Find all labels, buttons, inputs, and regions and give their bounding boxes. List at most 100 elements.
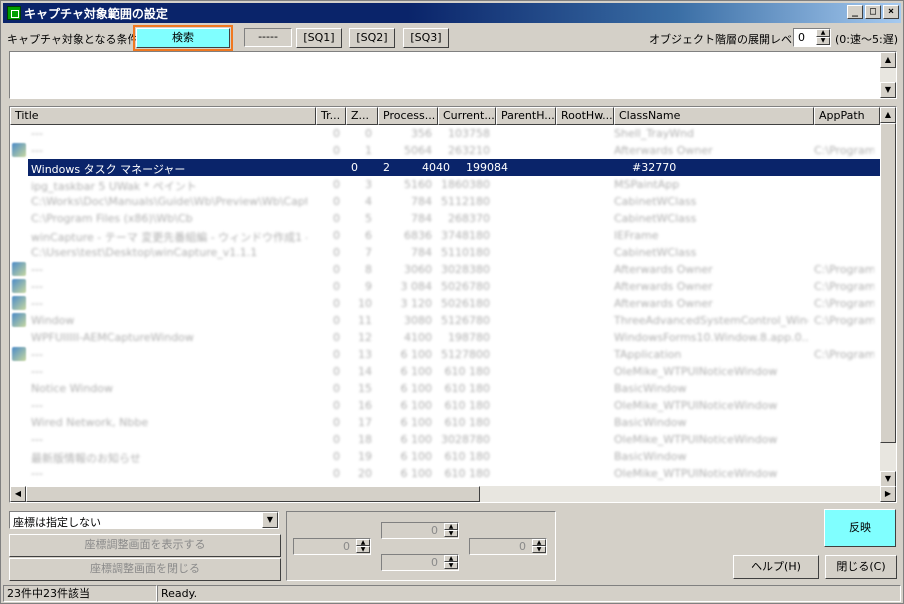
cell-current: 1860380	[441, 178, 490, 191]
condition-textarea[interactable]: ▲ ▼	[9, 51, 897, 99]
table-row[interactable]: C:\Program Files (x86)\Wb\Cb 0 5 784 268370 C…	[10, 210, 880, 227]
cell-current: 5127800	[441, 348, 490, 361]
minimize-button[interactable]: _	[847, 5, 863, 19]
list-horizontal-scrollbar[interactable]: ◀ ▶	[10, 486, 896, 502]
table-row[interactable]: --- 0 1 5064 263210 Afterwards Owner C:\Progra…	[10, 142, 880, 159]
cell-current: 103758	[448, 127, 490, 140]
spin-down-icon[interactable]: ▼	[444, 530, 458, 537]
list-vertical-scrollbar[interactable]: ▲ ▼	[880, 107, 896, 487]
chevron-down-icon[interactable]: ▼	[262, 512, 278, 528]
help-button[interactable]: ヘルプ(H)	[733, 555, 819, 579]
close-button[interactable]: 閉じる(C)	[825, 555, 897, 579]
table-row[interactable]: C:\Users\test\Desktop\winCapture_v1.1.1 0…	[10, 244, 880, 261]
scroll-thumb[interactable]	[880, 123, 896, 443]
close-window-button[interactable]: ×	[883, 5, 899, 19]
cell-class: OleMike_WTPUINoticeWindow	[614, 399, 778, 412]
column-header-apppath[interactable]: AppPath	[814, 107, 880, 125]
cell-apppath: C:\Program	[814, 144, 874, 157]
right-coordinate-field[interactable]: 0 ▲ ▼	[469, 538, 547, 555]
window-list[interactable]: Title Tr... Z... Process... Current... Parent…	[9, 106, 897, 503]
table-row[interactable]: --- 0 0 356 103758 Shell_TrayWnd	[10, 125, 880, 142]
scroll-thumb[interactable]	[26, 486, 480, 502]
table-row[interactable]: --- 0 9 3 084 5026780 Afterwards Owner C:\Prog…	[10, 278, 880, 295]
table-row[interactable]: C:\Works\Doc\Manuals\Guide\Wb\Preview\Wb…	[10, 193, 880, 210]
spin-up-icon[interactable]: ▲	[356, 539, 370, 546]
column-header-tr[interactable]: Tr...	[316, 107, 346, 125]
search-button[interactable]: 検索	[136, 28, 230, 48]
sq2-button[interactable]: [SQ2]	[349, 28, 395, 48]
show-coordinate-screen-button[interactable]: 座標調整画面を表示する	[9, 534, 281, 557]
maximize-button[interactable]: □	[865, 5, 881, 19]
scroll-down-icon[interactable]: ▼	[880, 471, 896, 487]
spin-up-icon[interactable]: ▲	[532, 539, 546, 546]
window-icon	[12, 347, 26, 361]
table-row[interactable]: --- 0 16 6 100 610 180 OleMike_WTPUINoticeWin…	[10, 397, 880, 414]
cell-process: 5160	[404, 178, 432, 191]
cell-apppath: C:\Program	[814, 263, 874, 276]
cell-apppath: C:\Program	[814, 348, 874, 361]
spin-up-icon[interactable]: ▲	[816, 29, 830, 37]
cell-tr: 0	[333, 450, 340, 463]
search-highlight: 検索	[133, 25, 233, 51]
table-row[interactable]: winCapture - テーマ 変更先番組編 - ウィンドウ作成1 4.6..…	[10, 227, 880, 244]
table-row[interactable]: 最新版情報のお知らせ 0 19 6 100 610 180 BasicWindow	[10, 448, 880, 465]
apply-button[interactable]: 反映	[824, 509, 896, 547]
spin-up-icon[interactable]: ▲	[444, 555, 458, 562]
spin-down-icon[interactable]: ▼	[356, 546, 370, 553]
table-row[interactable]: Window 0 11 3080 5126780 ThreeAdvancedSystemC…	[10, 312, 880, 329]
cell-current: 199084	[466, 161, 508, 174]
cell-title: Notice Window	[31, 382, 114, 395]
table-row[interactable]: ipg_taskbar 5 UWak * ペイント 0 3 5160 1860380 MS…	[10, 176, 880, 193]
cell-title: Window	[31, 314, 75, 327]
spin-down-icon[interactable]: ▼	[444, 562, 458, 569]
table-row[interactable]: --- 0 10 3 120 5026180 Afterwards Owner C:\Pro…	[10, 295, 880, 312]
column-header-title[interactable]: Title	[10, 107, 316, 125]
top-coordinate-field[interactable]: 0 ▲ ▼	[381, 522, 459, 539]
scroll-right-icon[interactable]: ▶	[880, 486, 896, 502]
column-header-root[interactable]: RootHw...	[556, 107, 614, 125]
spin-up-icon[interactable]: ▲	[444, 523, 458, 530]
cell-current: 5026180	[441, 297, 490, 310]
spin-down-icon[interactable]: ▼	[816, 37, 830, 45]
scroll-left-icon[interactable]: ◀	[10, 486, 26, 502]
close-coordinate-screen-button[interactable]: 座標調整画面を閉じる	[9, 558, 281, 581]
top-coordinate-value: 0	[431, 524, 438, 537]
table-row[interactable]: Notice Window 0 15 6 100 610 180 BasicWindow	[10, 380, 880, 397]
sq1-button[interactable]: [SQ1]	[296, 28, 342, 48]
table-row[interactable]: WPFUIIIII-AEMCaptureWindow 0 12 4100 198780 W…	[10, 329, 880, 346]
column-header-z[interactable]: Z...	[346, 107, 378, 125]
spin-down-icon[interactable]: ▼	[532, 546, 546, 553]
sq3-button[interactable]: [SQ3]	[403, 28, 449, 48]
cell-class: WindowsForms10.Window.8.app.0...	[614, 331, 808, 344]
cell-class: Shell_TrayWnd	[614, 127, 695, 140]
cell-z: 0	[365, 127, 372, 140]
column-header-process[interactable]: Process...	[378, 107, 438, 125]
scroll-up-icon[interactable]: ▲	[880, 107, 896, 123]
left-coordinate-field[interactable]: 0 ▲ ▼	[293, 538, 371, 555]
table-row[interactable]: --- 0 13 6 100 5127800 TApplication C:\Program	[10, 346, 880, 363]
scroll-down-icon[interactable]: ▼	[880, 82, 896, 98]
bottom-coordinate-field[interactable]: 0 ▲ ▼	[381, 554, 459, 571]
coordinate-mode-select[interactable]: 座標は指定しない ▼	[9, 511, 279, 529]
title-bar[interactable]: キャプチャ対象範囲の設定 _ □ ×	[3, 3, 901, 23]
cell-tr: 0	[333, 365, 340, 378]
cell-process: 6 100	[400, 399, 433, 412]
column-header-parent[interactable]: ParentH...	[496, 107, 556, 125]
cell-process: 784	[411, 212, 432, 225]
table-row[interactable]: Wired Network, Nbbe 0 17 6 100 610 180 BasicW…	[10, 414, 880, 431]
cell-title: WPFUIIIII-AEMCaptureWindow	[31, 331, 194, 344]
cell-current: 3028380	[441, 263, 490, 276]
table-row[interactable]: Windows タスク マネージャー 0 2 4040 199084 #32770	[28, 159, 880, 176]
cell-z: 8	[365, 263, 372, 276]
textarea-scrollbar[interactable]: ▲ ▼	[880, 52, 896, 98]
table-row[interactable]: --- 0 18 6 100 3028780 OleMike_WTPUINoticeWin…	[10, 431, 880, 448]
cell-current: 263210	[448, 144, 490, 157]
scroll-up-icon[interactable]: ▲	[880, 52, 896, 68]
column-header-class[interactable]: ClassName	[614, 107, 814, 125]
table-row[interactable]: --- 0 8 3060 3028380 Afterwards Owner C:\Progr…	[10, 261, 880, 278]
column-header-current[interactable]: Current...	[438, 107, 496, 125]
expand-level-spinner[interactable]: 0 ▲ ▼	[793, 28, 831, 47]
table-row[interactable]: --- 0 14 6 100 610 180 OleMike_WTPUINoticeWin…	[10, 363, 880, 380]
table-row[interactable]: --- 0 20 6 100 610 180 OleMike_WTPUINoticeWin…	[10, 465, 880, 482]
cell-z: 13	[358, 348, 372, 361]
